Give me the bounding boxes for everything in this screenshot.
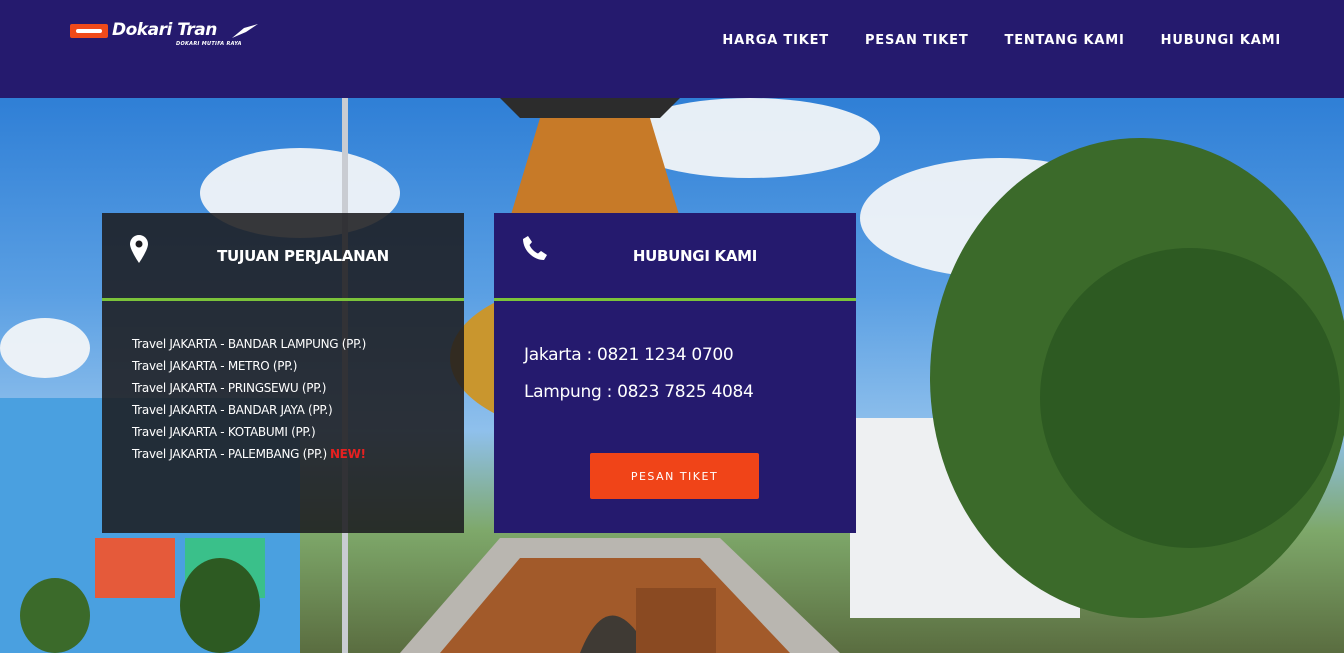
logo-tagline: DOKARI MUTIFA RAYA bbox=[176, 41, 242, 47]
logo-swoosh-icon bbox=[232, 24, 258, 38]
route-label: Travel JAKARTA - PRINGSEWU (PP.) bbox=[132, 381, 327, 395]
logo-bus-icon bbox=[70, 24, 108, 38]
phone-list: Jakarta : 0821 1234 0700 Lampung : 0823 … bbox=[494, 301, 856, 402]
route-label: Travel JAKARTA - BANDAR JAYA (PP.) bbox=[132, 403, 333, 417]
nav-pesan-tiket[interactable]: PESAN TIKET bbox=[865, 33, 969, 48]
phone-jakarta[interactable]: Jakarta : 0821 1234 0700 bbox=[524, 345, 856, 365]
destinations-card-header: TUJUAN PERJALANAN bbox=[102, 213, 464, 301]
route-item[interactable]: Travel JAKARTA - METRO (PP.) bbox=[132, 355, 464, 377]
route-item[interactable]: Travel JAKARTA - PALEMBANG (PP.) NEW! bbox=[132, 443, 464, 465]
destinations-title: TUJUAN PERJALANAN bbox=[217, 247, 389, 265]
contact-card: HUBUNGI KAMI Jakarta : 0821 1234 0700 La… bbox=[494, 213, 856, 533]
route-item[interactable]: Travel JAKARTA - KOTABUMI (PP.) bbox=[132, 421, 464, 443]
route-list: Travel JAKARTA - BANDAR LAMPUNG (PP.) Tr… bbox=[102, 301, 464, 465]
pesan-tiket-button[interactable]: PESAN TIKET bbox=[590, 453, 759, 499]
route-item[interactable]: Travel JAKARTA - BANDAR LAMPUNG (PP.) bbox=[132, 333, 464, 355]
logo-text: Dokari Tran bbox=[112, 20, 217, 40]
phone-lampung[interactable]: Lampung : 0823 7825 4084 bbox=[524, 382, 856, 402]
destinations-card: TUJUAN PERJALANAN Travel JAKARTA - BANDA… bbox=[102, 213, 464, 533]
contact-card-header: HUBUNGI KAMI bbox=[494, 213, 856, 301]
route-label: Travel JAKARTA - BANDAR LAMPUNG (PP.) bbox=[132, 337, 367, 351]
nav-harga-tiket[interactable]: HARGA TIKET bbox=[722, 33, 829, 48]
site-header: Dokari Tran DOKARI MUTIFA RAYA HARGA TIK… bbox=[0, 0, 1344, 98]
nav-tentang-kami[interactable]: TENTANG KAMI bbox=[1005, 33, 1125, 48]
route-label: Travel JAKARTA - METRO (PP.) bbox=[132, 359, 298, 373]
contact-title: HUBUNGI KAMI bbox=[632, 247, 758, 265]
route-item[interactable]: Travel JAKARTA - BANDAR JAYA (PP.) bbox=[132, 399, 464, 421]
route-label: Travel JAKARTA - KOTABUMI (PP.) bbox=[132, 425, 316, 439]
logo[interactable]: Dokari Tran DOKARI MUTIFA RAYA bbox=[70, 20, 270, 52]
route-label: Travel JAKARTA - PALEMBANG (PP.) bbox=[132, 447, 327, 461]
new-badge: NEW! bbox=[329, 447, 366, 461]
nav-hubungi-kami[interactable]: HUBUNGI KAMI bbox=[1161, 33, 1281, 48]
route-item[interactable]: Travel JAKARTA - PRINGSEWU (PP.) bbox=[132, 377, 464, 399]
main-nav: HARGA TIKET PESAN TIKET TENTANG KAMI HUB… bbox=[686, 33, 1281, 48]
